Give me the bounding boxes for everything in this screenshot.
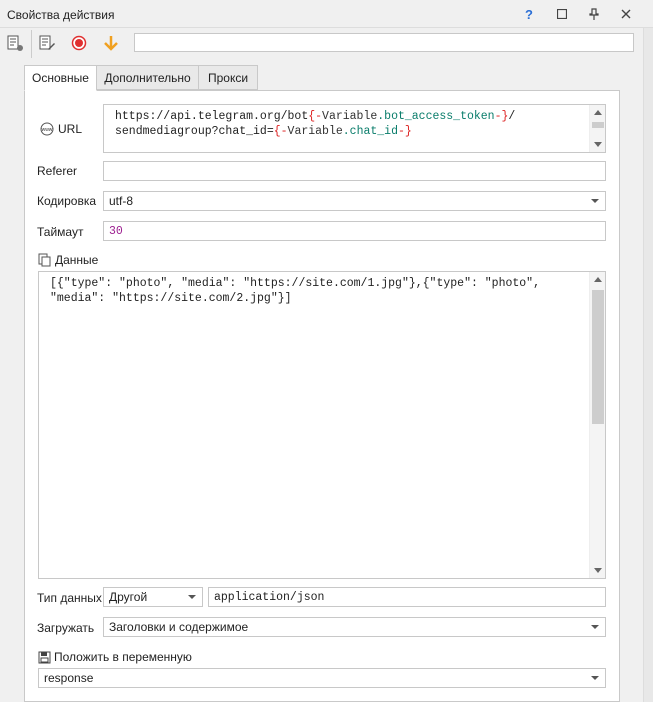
url-var1-keyword: Variable	[322, 110, 378, 123]
data-label-group: Данные	[38, 253, 98, 267]
www-icon: www	[40, 122, 54, 136]
side-scroll-strip	[643, 28, 653, 702]
url-var1-close: -}	[494, 110, 509, 123]
url-var2-close: -}	[397, 125, 412, 138]
url-var2-open: {-	[273, 125, 288, 138]
chevron-down-icon	[591, 199, 599, 203]
save-icon	[38, 651, 51, 663]
data-type-value: Другой	[109, 590, 148, 604]
data-type-label: Тип данных	[37, 591, 102, 605]
url-var1-open: {-	[308, 110, 323, 123]
scroll-down-icon[interactable]	[594, 568, 602, 573]
timeout-value: 30	[109, 224, 123, 238]
tab-main[interactable]: Основные	[24, 65, 97, 91]
url-var2-keyword: Variable	[287, 125, 343, 138]
content-type-value: application/json	[214, 590, 325, 604]
properties-icon[interactable]	[5, 34, 25, 52]
pin-icon	[589, 8, 599, 20]
url-input[interactable]: https://api.telegram.org/bot{-Variable.b…	[103, 104, 606, 153]
url-label-group: www URL	[39, 122, 82, 136]
save-var-select[interactable]: response	[38, 668, 606, 688]
copy-icon	[38, 253, 51, 267]
save-var-label-group: Положить в переменную	[38, 650, 192, 664]
data-line-2: "media": "https://site.com/2.jpg"}]	[50, 292, 292, 305]
url-var1-name: .bot_access_token	[377, 110, 495, 123]
referer-input[interactable]	[103, 161, 606, 181]
data-label: Данные	[55, 253, 99, 267]
encoding-label: Кодировка	[37, 194, 97, 208]
close-icon	[621, 9, 631, 19]
chevron-down-icon	[591, 625, 599, 629]
data-line-1: [{"type": "photo", "media": "https://sit…	[50, 277, 540, 290]
encoding-value: utf-8	[109, 194, 134, 208]
data-scroll-thumb[interactable]	[592, 290, 604, 424]
load-value: Заголовки и содержимое	[109, 620, 249, 634]
close-button[interactable]	[616, 4, 636, 24]
edit-icon[interactable]	[37, 34, 57, 52]
content-type-input[interactable]: application/json	[208, 587, 606, 607]
save-var-label: Положить в переменную	[54, 650, 192, 664]
url-var2-name: .chat_id	[342, 125, 398, 138]
svg-text:www: www	[42, 127, 53, 133]
data-textarea[interactable]: [{"type": "photo", "media": "https://sit…	[38, 271, 606, 579]
chevron-down-icon	[188, 595, 196, 599]
encoding-select[interactable]: utf-8	[103, 191, 606, 211]
url-scroll-thumb[interactable]	[592, 122, 604, 128]
title-bar: Свойства действия ?	[0, 0, 653, 28]
maximize-icon	[557, 9, 567, 19]
tab-proxy[interactable]: Прокси	[198, 65, 258, 90]
data-scrollbar[interactable]	[589, 272, 605, 578]
chevron-down-icon	[591, 676, 599, 680]
data-text: [{"type": "photo", "media": "https://sit…	[50, 276, 540, 306]
help-button[interactable]: ?	[519, 4, 539, 24]
arrow-down-icon[interactable]	[101, 34, 121, 52]
maximize-button[interactable]	[552, 4, 572, 24]
load-label: Загружать	[37, 621, 95, 635]
tab-advanced[interactable]: Дополнительно	[96, 65, 199, 90]
load-select[interactable]: Заголовки и содержимое	[103, 617, 606, 637]
scroll-down-icon[interactable]	[594, 142, 602, 147]
action-name-input[interactable]	[134, 33, 634, 52]
referer-label: Referer	[37, 164, 78, 178]
pin-button[interactable]	[584, 4, 604, 24]
url-line1-suffix: /	[508, 110, 516, 123]
timeout-input[interactable]: 30	[103, 221, 606, 241]
window-title: Свойства действия	[7, 8, 115, 22]
record-icon[interactable]	[69, 34, 89, 52]
data-type-select[interactable]: Другой	[103, 587, 203, 607]
url-scrollbar[interactable]	[589, 105, 605, 152]
toolbar-separator	[31, 30, 32, 58]
url-line1-prefix: https://api.telegram.org/bot	[115, 110, 309, 123]
scroll-up-icon[interactable]	[594, 110, 602, 115]
url-label: URL	[58, 122, 83, 136]
save-var-value: response	[44, 671, 94, 685]
url-text: https://api.telegram.org/bot{-Variable.b…	[115, 109, 515, 139]
scroll-up-icon[interactable]	[594, 277, 602, 282]
url-line2-prefix: sendmediagroup?chat_id=	[115, 125, 274, 138]
timeout-label: Таймаут	[37, 225, 84, 239]
